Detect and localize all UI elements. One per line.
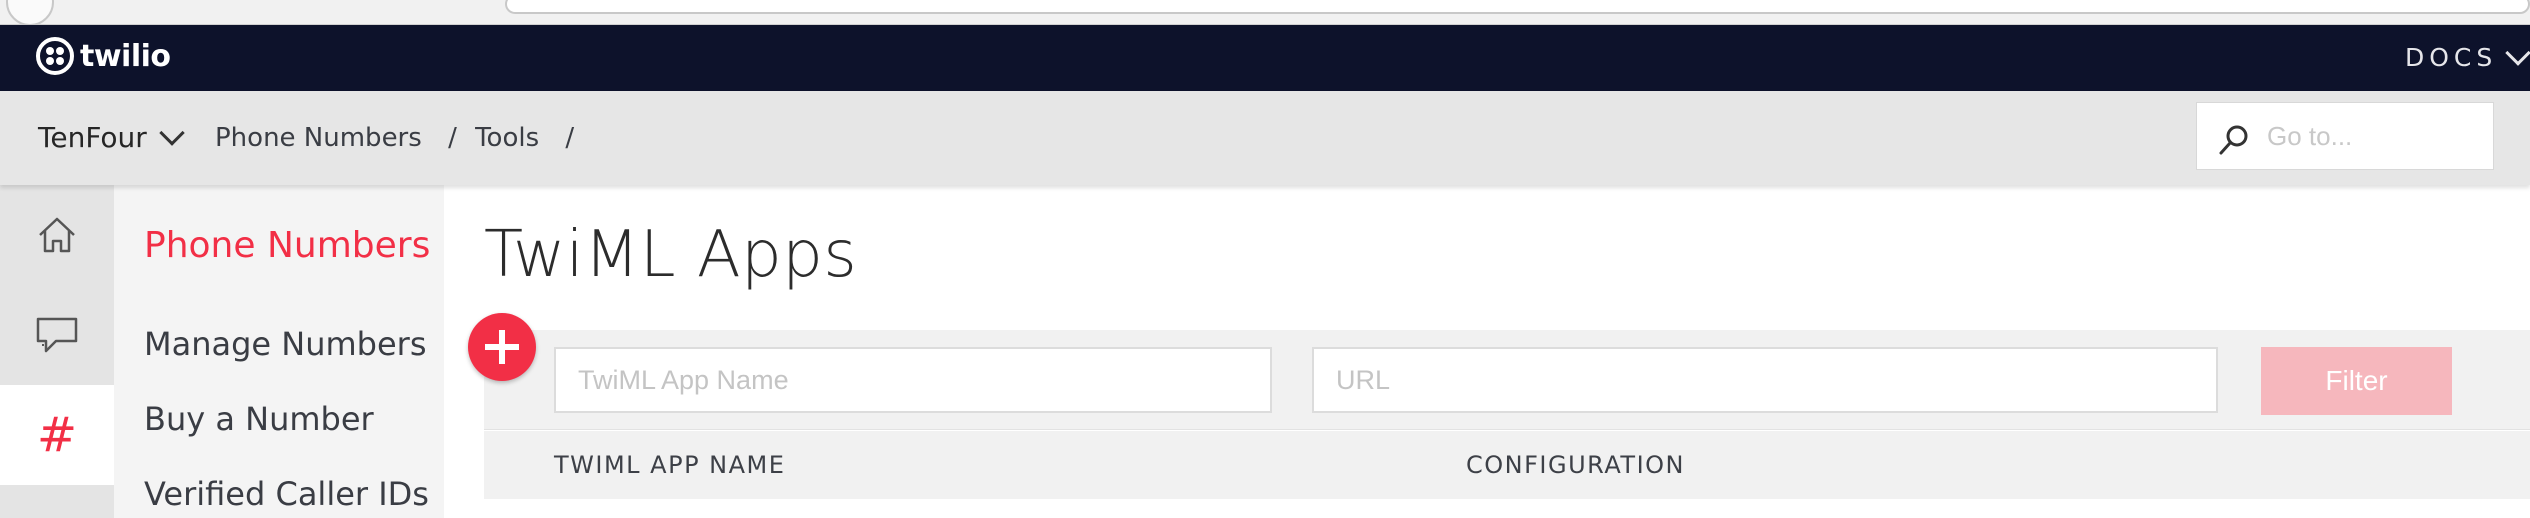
breadcrumb-separator: / <box>565 123 575 153</box>
filter-button[interactable]: Filter <box>2261 347 2452 415</box>
phone-numbers-nav: Phone Numbers Manage Numbers Buy a Numbe… <box>114 185 444 518</box>
breadcrumb: Phone Numbers / Tools / <box>215 123 584 153</box>
top-navigation-bar: twilio DOCS <box>0 25 2530 91</box>
page-title: TwiML Apps <box>484 218 858 292</box>
account-name: TenFour <box>38 121 147 154</box>
subnav-title[interactable]: Phone Numbers <box>144 225 430 266</box>
goto-search-box[interactable] <box>2196 102 2494 170</box>
chevron-down-icon <box>2505 39 2530 66</box>
context-bar: TenFour Phone Numbers / Tools / <box>0 91 2530 185</box>
rail-item-home[interactable] <box>0 185 114 285</box>
chevron-down-icon <box>159 119 185 146</box>
rail-item-messaging[interactable] <box>0 285 114 385</box>
twilio-logo-icon <box>36 37 74 75</box>
table-header: TWIML APP NAME CONFIGURATION <box>484 431 2530 499</box>
goto-input[interactable] <box>2265 113 2485 159</box>
hash-icon: # <box>36 407 78 463</box>
account-switcher[interactable]: TenFour <box>38 119 185 154</box>
url-filter-input[interactable] <box>1312 347 2218 413</box>
subnav-item-manage-numbers[interactable]: Manage Numbers <box>144 325 427 363</box>
chat-icon <box>36 317 78 353</box>
breadcrumb-separator: / <box>448 123 457 153</box>
home-icon <box>39 217 75 253</box>
docs-menu[interactable]: DOCS <box>2405 39 2530 72</box>
breadcrumb-phone-numbers[interactable]: Phone Numbers <box>215 123 422 153</box>
product-icon-rail: # <box>0 185 114 518</box>
breadcrumb-tools[interactable]: Tools <box>475 123 539 153</box>
column-header-configuration[interactable]: CONFIGURATION <box>1466 451 1685 479</box>
subnav-item-buy-a-number[interactable]: Buy a Number <box>144 400 374 438</box>
twilio-logo[interactable]: twilio <box>36 37 171 75</box>
docs-label: DOCS <box>2405 43 2498 72</box>
brand-name: twilio <box>80 38 171 74</box>
add-twiml-app-button[interactable] <box>468 313 536 381</box>
browser-chrome <box>0 0 2530 26</box>
subnav-item-verified-caller-ids[interactable]: Verified Caller IDs <box>144 475 429 513</box>
browser-address-bar[interactable] <box>505 0 2530 14</box>
rail-item-phone-numbers[interactable]: # <box>0 385 114 485</box>
column-header-twiml-app-name[interactable]: TWIML APP NAME <box>554 451 785 479</box>
twiml-app-name-filter-input[interactable] <box>554 347 1272 413</box>
search-icon <box>2219 125 2248 155</box>
browser-back-button[interactable] <box>6 0 54 26</box>
